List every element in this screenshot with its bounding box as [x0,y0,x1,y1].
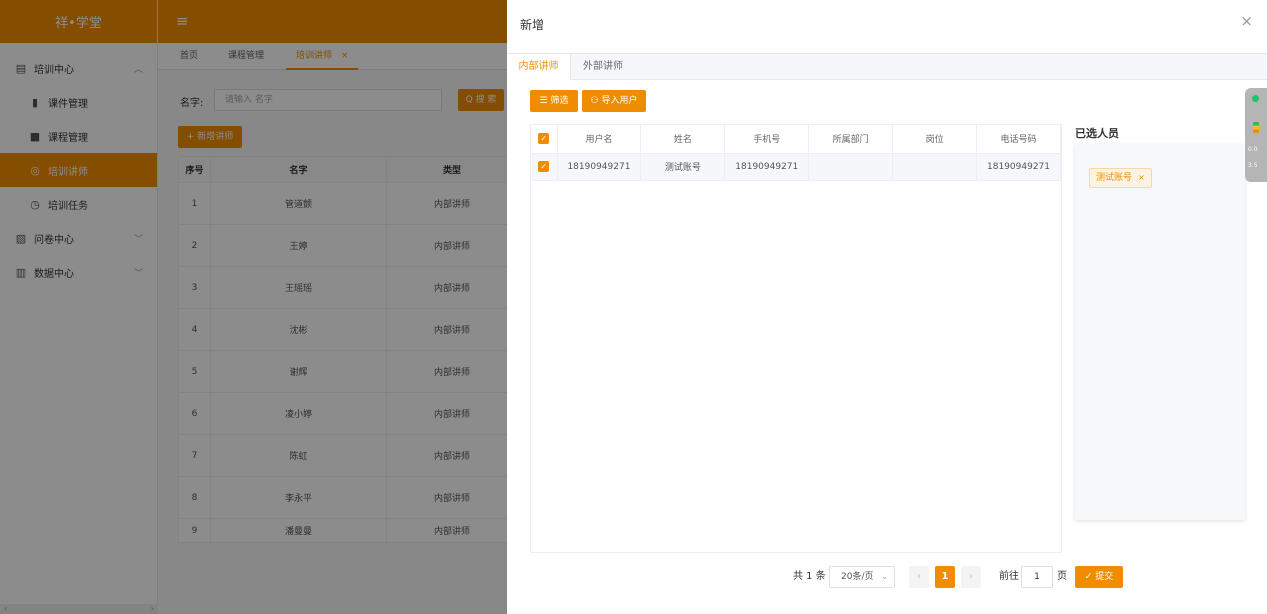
close-icon[interactable]: × [1138,173,1145,182]
floating-monitor-widget[interactable]: 0.0 3.5 [1245,88,1267,182]
row-checkbox[interactable]: ✓ [531,153,558,181]
tab-internal-trainer[interactable]: 内部讲师 [507,54,571,80]
drawer-title: 新增 [520,18,545,32]
page-number-current[interactable]: 1 [935,566,955,588]
table-header: 手机号 [724,125,810,154]
table-header: 所属部门 [808,125,894,154]
goto-prefix: 前往 [999,571,1019,582]
status-dot-icon [1252,95,1259,102]
goto-suffix: 页 [1057,571,1067,582]
select-all-checkbox[interactable]: ✓ [531,125,558,154]
user-table: ✓ 用户名 姓名 手机号 所属部门 岗位 电话号码 ✓ 18190949271 … [530,124,1062,553]
table-header: 岗位 [892,125,978,154]
close-icon[interactable]: × [1240,14,1253,29]
page-size-value: 20条/页 [841,572,874,582]
goto-page-input[interactable]: 1 [1021,566,1053,588]
next-page-button[interactable]: › [961,566,981,588]
add-drawer: 新增 × 内部讲师 外部讲师 ☰ 筛选 ⚇ 导入用户 ✓ 用户名 姓名 手机号 … [507,0,1267,614]
check-icon: ✓ [538,133,550,145]
modal-overlay[interactable] [0,0,507,614]
selected-title: 已选人员 [1075,127,1119,140]
table-cell: 18190949271 [557,153,642,181]
page-size-select[interactable]: 20条/页 ⌄ [829,566,895,588]
table-header: 姓名 [640,125,726,154]
submit-button[interactable]: ✓ 提交 [1075,566,1123,588]
table-cell: 18190949271 [976,153,1061,181]
battery-icon [1253,122,1259,133]
tag-label: 测试账号 [1096,173,1133,183]
selected-panel: 测试账号 × [1075,144,1245,520]
chevron-down-icon: ⌄ [881,572,888,581]
import-user-button[interactable]: ⚇ 导入用户 [582,90,646,112]
table-row[interactable]: ✓ 18190949271 测试账号 18190949271 181909492… [531,153,1061,181]
widget-value: 3.5 [1248,162,1258,169]
selected-tag: 测试账号 × [1089,168,1152,188]
filter-button[interactable]: ☰ 筛选 [530,90,578,112]
drawer-tabs: 内部讲师 外部讲师 [507,53,1267,80]
table-cell: 测试账号 [640,153,726,181]
prev-page-button[interactable]: ‹ [909,566,929,588]
pagination-total: 共 1 条 [793,571,826,582]
table-header: 用户名 [557,125,642,154]
check-icon: ✓ [538,161,550,172]
table-cell [808,153,894,181]
table-cell: 18190949271 [724,153,810,181]
tab-external-trainer[interactable]: 外部讲师 [571,54,635,80]
table-header: 电话号码 [976,125,1061,154]
table-cell [892,153,978,181]
widget-value: 0.0 [1248,146,1258,153]
